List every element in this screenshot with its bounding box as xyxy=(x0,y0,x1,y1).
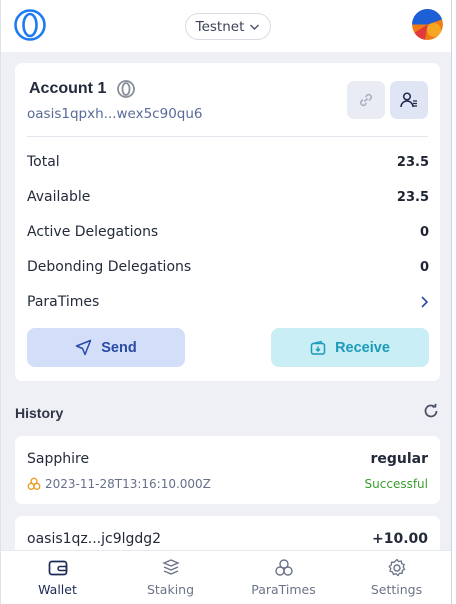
contacts-button[interactable] xyxy=(390,81,428,119)
account-name: Account 1 xyxy=(29,80,107,97)
send-icon xyxy=(76,339,92,356)
balance-row-available: Available 23.5 xyxy=(27,186,429,208)
oasis-logo-icon[interactable] xyxy=(14,9,46,41)
balance-label: Total xyxy=(27,154,60,170)
chevron-down-icon xyxy=(250,24,260,30)
balance-row-active-delegations: Active Delegations 0 xyxy=(27,221,429,243)
nav-item-staking[interactable]: Staking xyxy=(114,551,227,604)
link-icon xyxy=(359,93,373,107)
history-item-status: Successful xyxy=(364,477,428,491)
history-item-amount: +10.00 xyxy=(371,531,428,547)
history-item-date: 2023-11-28T13:16:10.000Z xyxy=(45,477,211,491)
avatar[interactable] xyxy=(412,9,443,40)
wallet-app: Testnet Account 1 oasis1qpxh...wex5c90qu… xyxy=(0,0,452,604)
settings-icon xyxy=(388,558,405,577)
nav-item-paratimes[interactable]: ParaTimes xyxy=(227,551,340,604)
nav-item-settings[interactable]: Settings xyxy=(340,551,451,604)
paratimes-icon xyxy=(274,559,293,576)
network-label: Testnet xyxy=(195,18,245,35)
balance-value: 0 xyxy=(419,224,429,240)
nav-label: Staking xyxy=(146,582,195,597)
paratimes-label: ParaTimes xyxy=(27,294,100,310)
send-label: Send xyxy=(101,339,137,356)
balance-value: 23.5 xyxy=(396,189,429,205)
history-item-title: Sapphire xyxy=(27,451,90,467)
balance-label: Debonding Delegations xyxy=(27,259,192,275)
nav-label: ParaTimes xyxy=(251,582,316,597)
app-header: Testnet xyxy=(1,0,451,52)
divider xyxy=(27,136,428,137)
balance-value: 23.5 xyxy=(396,154,429,170)
chevron-right-icon xyxy=(421,296,429,308)
oasis-token-icon xyxy=(117,80,135,98)
receive-icon xyxy=(310,340,326,355)
balance-label: Active Delegations xyxy=(27,224,159,240)
network-selector[interactable]: Testnet xyxy=(185,13,271,40)
balance-value: 0 xyxy=(419,259,429,275)
wallet-icon xyxy=(48,560,67,576)
send-button[interactable]: Send xyxy=(27,328,185,367)
balance-label: Available xyxy=(27,189,91,205)
history-item-type: regular xyxy=(370,451,428,467)
link-button[interactable] xyxy=(347,81,385,119)
history-item-title: oasis1qz...jc9lgdg2 xyxy=(27,531,162,547)
history-item[interactable]: Sapphire regular 2023-11-28T13:16:10.000… xyxy=(15,436,440,504)
balance-row-total: Total 23.5 xyxy=(27,151,429,173)
history-title: History xyxy=(15,405,64,421)
nav-item-wallet[interactable]: Wallet xyxy=(1,551,114,604)
receive-button[interactable]: Receive xyxy=(271,328,429,367)
paratime-icon xyxy=(27,477,41,490)
staking-icon xyxy=(161,559,180,575)
refresh-icon[interactable] xyxy=(422,402,440,420)
nav-label: Wallet xyxy=(38,582,77,597)
contacts-icon xyxy=(400,92,417,108)
account-address[interactable]: oasis1qpxh...wex5c90qu6 xyxy=(27,106,203,122)
account-card: Account 1 oasis1qpxh...wex5c90qu6 Total … xyxy=(15,63,440,381)
nav-label: Settings xyxy=(370,582,423,597)
bottom-nav: Wallet Staking ParaTimes Settings xyxy=(1,550,451,604)
paratimes-row[interactable]: ParaTimes xyxy=(27,291,429,313)
receive-label: Receive xyxy=(335,339,390,356)
balance-row-debonding-delegations: Debonding Delegations 0 xyxy=(27,256,429,278)
